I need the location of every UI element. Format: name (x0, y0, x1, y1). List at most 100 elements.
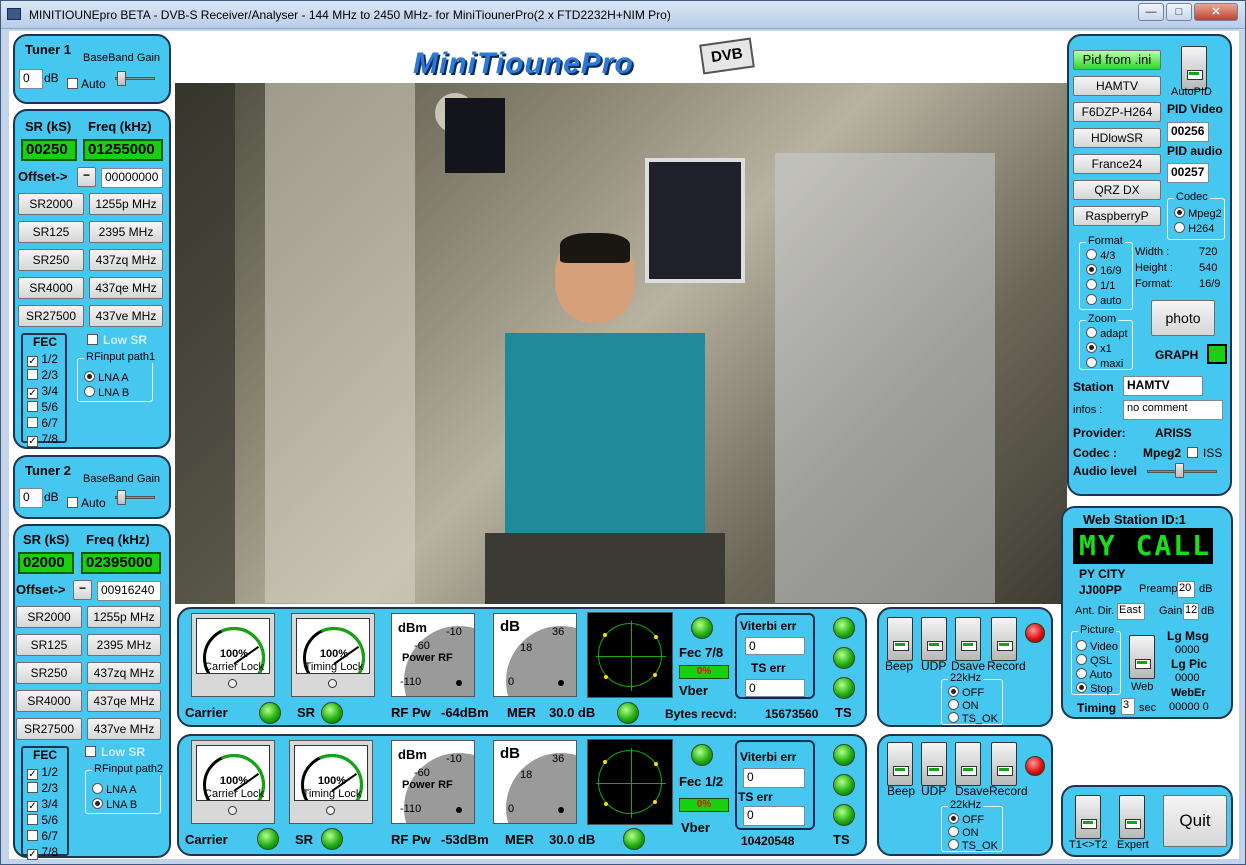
picture-qsl-option[interactable]: QSL (1076, 654, 1112, 667)
rx1-lna-b-radio[interactable] (84, 386, 95, 397)
tuner2-gain-slider-thumb[interactable] (117, 490, 126, 505)
tuner1-auto-checkbox[interactable] (67, 78, 78, 89)
rx1-sr2000-button[interactable]: SR2000 (18, 193, 84, 215)
expert-switch[interactable] (1119, 795, 1145, 839)
rx1-lna-b-option[interactable]: LNA B (84, 386, 129, 399)
minimize-button[interactable]: — (1138, 3, 1164, 21)
rx2-offset-input[interactable]: 00916240 (97, 581, 161, 601)
zoom-adapt-option[interactable]: adapt (1086, 327, 1128, 340)
rx1-freq-display[interactable]: 01255000 (83, 139, 163, 161)
rx1-fec-item[interactable]: 5/6 (27, 399, 58, 415)
rx1-offset-input[interactable]: 00000000 (101, 168, 163, 188)
pid-from-ini-button[interactable]: Pid from .ini (1073, 50, 1161, 70)
close-button[interactable]: ✕ (1194, 3, 1238, 21)
rx2-freq-display[interactable]: 02395000 (81, 552, 161, 574)
gain-input[interactable]: 12 (1183, 603, 1199, 620)
zoom-x1-option[interactable]: x1 (1086, 342, 1112, 355)
rx1-1255p-button[interactable]: 1255p MHz (89, 193, 163, 215)
preset-france24-button[interactable]: France24 (1073, 154, 1161, 174)
khz-on-option-1[interactable]: ON (948, 699, 979, 712)
tuner1-gain-input[interactable]: 0 (19, 69, 43, 89)
rx1-fec-item[interactable]: ✓ 1/2 (27, 351, 58, 367)
rx2-fec-item[interactable]: ✓ 3/4 (27, 796, 58, 812)
t1t2-switch[interactable] (1075, 795, 1101, 839)
rx2-1255p-button[interactable]: 1255p MHz (87, 606, 161, 628)
rx1-fec-item[interactable]: ✓ 7/8 (27, 431, 58, 447)
rx2-fec-item[interactable]: ✓ 1/2 (27, 764, 58, 780)
rx2-437qe-button[interactable]: 437qe MHz (87, 690, 161, 712)
rx1-fec-item[interactable]: 6/7 (27, 415, 58, 431)
udp-switch-2[interactable] (921, 742, 947, 786)
audio-level-thumb[interactable] (1175, 463, 1184, 478)
khz-tsok-option-1[interactable]: TS_OK (948, 712, 998, 725)
rx1-sr250-button[interactable]: SR250 (18, 249, 84, 271)
rx2-437ve-button[interactable]: 437ve MHz (87, 718, 161, 740)
picture-stop-option[interactable]: Stop (1076, 682, 1113, 695)
rx1-fec-item[interactable]: 2/3 (27, 367, 58, 383)
format-43-option[interactable]: 4/3 (1086, 249, 1115, 262)
rx2-fec-item[interactable]: 2/3 (27, 780, 58, 796)
khz-off-option-2[interactable]: OFF (948, 813, 984, 826)
timing-input[interactable]: 3 (1121, 698, 1135, 715)
codec-mpeg2-option[interactable]: Mpeg2 (1174, 207, 1222, 220)
tuner2-auto-checkbox[interactable] (67, 497, 78, 508)
udp-switch-1[interactable] (921, 617, 947, 661)
preset-f6dzp-button[interactable]: F6DZP-H264 (1073, 102, 1161, 122)
rx1-offset-minus-button[interactable]: − (77, 167, 96, 187)
rx1-sr125-button[interactable]: SR125 (18, 221, 84, 243)
picture-video-option[interactable]: Video (1076, 640, 1118, 653)
rx2-sr-display[interactable]: 02000 (18, 552, 74, 574)
maximize-button[interactable]: □ (1166, 3, 1192, 21)
rx1-437ve-button[interactable]: 437ve MHz (89, 305, 163, 327)
rx1-fec-item[interactable]: ✓ 3/4 (27, 383, 58, 399)
zoom-maxi-option[interactable]: maxi (1086, 357, 1123, 370)
rx2-lna-a-radio[interactable] (92, 783, 103, 794)
format-11-option[interactable]: 1/1 (1086, 279, 1115, 292)
khz-tsok-option-2[interactable]: TS_OK (948, 839, 998, 852)
rx2-offset-minus-button[interactable]: − (73, 580, 92, 600)
dsave-switch-2[interactable] (955, 742, 981, 786)
iss-checkbox[interactable] (1187, 447, 1198, 458)
quit-button[interactable]: Quit (1163, 795, 1227, 847)
rx1-low-sr-checkbox[interactable] (87, 334, 98, 345)
picture-auto-option[interactable]: Auto (1076, 668, 1112, 681)
tuner1-gain-slider-thumb[interactable] (117, 71, 126, 86)
rx2-sr27500-button[interactable]: SR27500 (16, 718, 82, 740)
rx1-437qe-button[interactable]: 437qe MHz (89, 277, 163, 299)
rx1-2395-button[interactable]: 2395 MHz (89, 221, 163, 243)
station-input[interactable]: HAMTV (1123, 376, 1203, 396)
rx2-fec-item[interactable]: 5/6 (27, 812, 58, 828)
rx2-fec-item[interactable]: ✓ 7/8 (27, 844, 58, 860)
record-switch-2[interactable] (991, 742, 1017, 786)
infos-input[interactable]: no comment (1123, 400, 1223, 420)
preset-hamtv-button[interactable]: HAMTV (1073, 76, 1161, 96)
rx2-sr125-button[interactable]: SR125 (16, 634, 82, 656)
ant-dir-input[interactable]: East (1117, 603, 1145, 620)
autopid-switch[interactable] (1181, 46, 1207, 90)
rx1-437zq-button[interactable]: 437zq MHz (89, 249, 163, 271)
rx2-lna-b-option[interactable]: LNA B (92, 798, 137, 811)
dsave-switch-1[interactable] (955, 617, 981, 661)
photo-button[interactable]: photo (1151, 300, 1215, 336)
khz-on-option-2[interactable]: ON (948, 826, 979, 839)
rx1-sr4000-button[interactable]: SR4000 (18, 277, 84, 299)
web-switch[interactable] (1129, 635, 1155, 679)
rx2-2395-button[interactable]: 2395 MHz (87, 634, 161, 656)
preset-qrzdx-button[interactable]: QRZ DX (1073, 180, 1161, 200)
rx2-low-sr-checkbox[interactable] (85, 746, 96, 757)
preset-raspberryp-button[interactable]: RaspberryP (1073, 206, 1161, 226)
record-switch-1[interactable] (991, 617, 1017, 661)
rx2-fec-item[interactable]: 6/7 (27, 828, 58, 844)
format-auto-option[interactable]: auto (1086, 294, 1121, 307)
rx2-437zq-button[interactable]: 437zq MHz (87, 662, 161, 684)
rx2-lna-a-option[interactable]: LNA A (92, 783, 137, 796)
khz-off-option-1[interactable]: OFF (948, 686, 984, 699)
graph-toggle[interactable] (1207, 344, 1227, 364)
preamp-input[interactable]: 20 (1177, 581, 1195, 598)
beep-switch-1[interactable] (887, 617, 913, 661)
rx2-lna-b-radio[interactable] (92, 798, 103, 809)
beep-switch-2[interactable] (887, 742, 913, 786)
rx2-sr4000-button[interactable]: SR4000 (16, 690, 82, 712)
rx1-lna-a-option[interactable]: LNA A (84, 371, 129, 384)
rx1-lna-a-radio[interactable] (84, 371, 95, 382)
